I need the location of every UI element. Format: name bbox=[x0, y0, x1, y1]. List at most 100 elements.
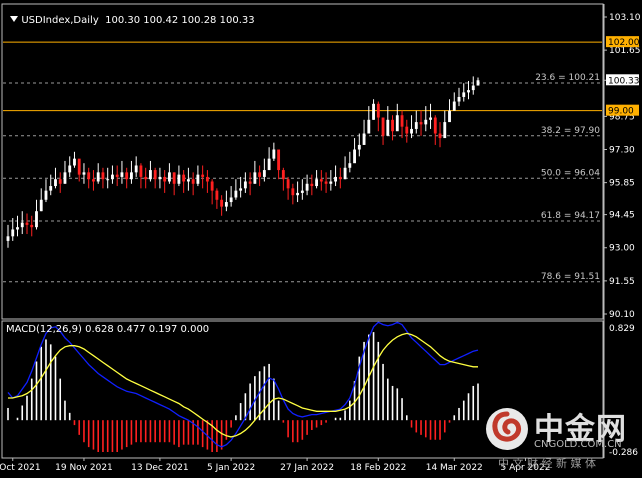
candle-body bbox=[262, 170, 266, 177]
candle-body bbox=[125, 172, 129, 180]
candle-body bbox=[357, 144, 361, 150]
candle-body bbox=[30, 224, 34, 228]
candle-body bbox=[20, 222, 24, 228]
collapse-triangle-icon[interactable] bbox=[10, 16, 19, 22]
x-tick-label: 27 Jan 2022 bbox=[280, 463, 334, 473]
candle-body bbox=[54, 179, 57, 187]
candle-body bbox=[6, 236, 10, 241]
candle-body bbox=[58, 179, 62, 184]
fib-level-label: 78.6 = 91.51 bbox=[541, 272, 600, 282]
candle-body bbox=[130, 172, 133, 180]
candle-body bbox=[172, 172, 176, 184]
candle-body bbox=[452, 101, 456, 111]
candle-body bbox=[234, 190, 238, 198]
candle-body bbox=[467, 90, 470, 93]
candle-body bbox=[329, 181, 333, 184]
candle-body bbox=[353, 149, 356, 164]
symbol-header: USDIndex,Daily 100.30 100.42 100.28 100.… bbox=[4, 4, 255, 26]
candle-body bbox=[414, 122, 418, 129]
x-tick-label: 5 Jan 2022 bbox=[207, 463, 255, 473]
candle-body bbox=[362, 133, 366, 145]
candle-body bbox=[334, 176, 337, 182]
candle-body bbox=[258, 172, 262, 177]
candle-body bbox=[343, 167, 347, 180]
candle-body bbox=[144, 176, 148, 180]
candle-body bbox=[167, 172, 171, 182]
macd-y-tick-label: 0.829 bbox=[609, 324, 635, 334]
logo-mark-icon bbox=[486, 408, 528, 450]
candle-body bbox=[163, 176, 167, 182]
y-tick-label: 97.30 bbox=[609, 146, 635, 156]
candle-body bbox=[196, 174, 200, 184]
candle-body bbox=[405, 126, 409, 134]
candle-body bbox=[338, 176, 342, 180]
fib-level-label: 61.8 = 94.17 bbox=[541, 211, 600, 221]
candle-body bbox=[243, 181, 247, 189]
candle-body bbox=[49, 186, 53, 191]
candle-body bbox=[177, 174, 181, 184]
candle-body bbox=[153, 170, 157, 180]
symbol-ohlc-text: USDIndex,Daily 100.30 100.42 100.28 100.… bbox=[21, 15, 255, 26]
brand-domain: CNGOLD.COM.CN bbox=[534, 439, 622, 450]
candle-body bbox=[400, 115, 404, 127]
candle-body bbox=[310, 183, 314, 187]
candle-body bbox=[239, 188, 243, 191]
candle-body bbox=[77, 158, 81, 175]
candle-body bbox=[205, 176, 209, 182]
candle-body bbox=[471, 85, 475, 91]
candle-body bbox=[73, 158, 76, 166]
candle-body bbox=[224, 202, 228, 207]
candle-body bbox=[443, 122, 447, 139]
candle-body bbox=[448, 110, 451, 123]
candle-body bbox=[63, 172, 67, 184]
candle-body bbox=[300, 190, 304, 193]
y-tick-label: 91.55 bbox=[609, 277, 635, 287]
y-tick-label: 90.10 bbox=[609, 310, 635, 320]
candle-body bbox=[158, 176, 162, 180]
candle-body bbox=[11, 229, 15, 237]
candle-body bbox=[149, 170, 152, 180]
candle-body bbox=[186, 179, 190, 182]
candle-body bbox=[134, 165, 138, 173]
candle-body bbox=[386, 119, 390, 136]
macd-header: MACD(12,26,9) 0.628 0.477 0.197 0.000 bbox=[6, 324, 210, 335]
candle-body bbox=[25, 222, 29, 225]
candle-body bbox=[376, 103, 380, 118]
candle-body bbox=[248, 181, 252, 184]
candle-body bbox=[92, 179, 95, 182]
x-tick-label: 13 Dec 2021 bbox=[131, 463, 189, 473]
candle-body bbox=[87, 172, 91, 180]
fib-level-label: 23.6 = 100.21 bbox=[535, 73, 600, 83]
candle-body bbox=[348, 163, 352, 168]
candle-body bbox=[281, 170, 285, 180]
candle-body bbox=[305, 183, 309, 191]
candle-body bbox=[391, 119, 394, 132]
x-tick-label: 19 Nov 2021 bbox=[55, 463, 113, 473]
current-price-label: 100.33 bbox=[608, 76, 640, 86]
candle-body bbox=[191, 179, 195, 184]
x-tick-label: 18 Feb 2022 bbox=[350, 463, 406, 473]
candle-body bbox=[424, 119, 428, 125]
candle-body bbox=[457, 96, 461, 102]
candle-body bbox=[139, 165, 143, 177]
candle-body bbox=[429, 117, 432, 120]
candle-body bbox=[272, 149, 276, 159]
candle-body bbox=[111, 174, 114, 180]
candle-body bbox=[476, 80, 480, 86]
candle-body bbox=[315, 179, 319, 187]
candle-body bbox=[410, 128, 413, 134]
candle-body bbox=[367, 119, 371, 134]
candle-body bbox=[253, 172, 257, 184]
y-tick-label: 103.10 bbox=[609, 13, 641, 23]
candle-body bbox=[433, 117, 437, 134]
candle-body bbox=[319, 179, 323, 182]
candle-body bbox=[39, 199, 43, 212]
price-panel-frame bbox=[1, 3, 604, 320]
candle-body bbox=[220, 199, 224, 207]
candle-body bbox=[462, 92, 466, 97]
candle-body bbox=[68, 165, 72, 173]
y-tick-label: 93.00 bbox=[609, 244, 635, 254]
x-tick-label: 28 Oct 2021 bbox=[0, 463, 41, 473]
x-tick-label: 14 Mar 2022 bbox=[426, 463, 483, 473]
candle-body bbox=[96, 172, 100, 182]
